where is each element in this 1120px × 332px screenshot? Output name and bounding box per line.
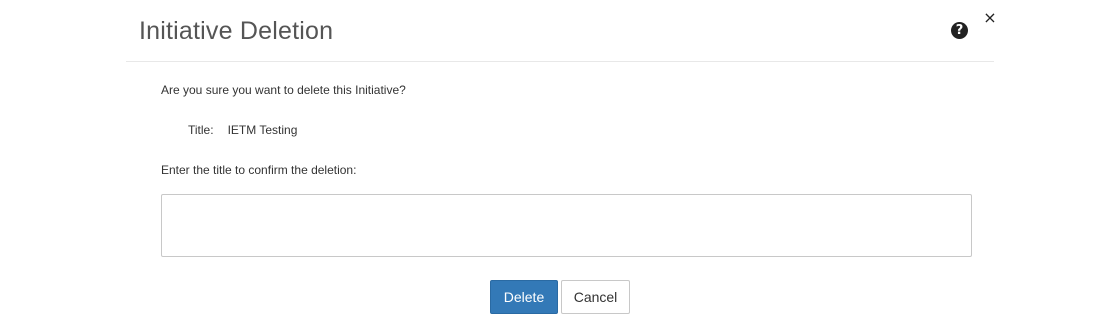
confirm-title-input[interactable]: [161, 194, 972, 257]
question-circle-icon[interactable]: ?: [951, 22, 968, 39]
delete-confirmation-question: Are you sure you want to delete this Ini…: [161, 83, 406, 97]
initiative-title-row: Title: IETM Testing: [188, 123, 297, 137]
header-divider: [126, 61, 994, 62]
cancel-button[interactable]: Cancel: [561, 280, 630, 314]
initiative-deletion-dialog: Initiative Deletion ? × Are you sure you…: [126, 0, 997, 332]
title-label: Title:: [188, 123, 214, 137]
title-value: IETM Testing: [227, 123, 298, 137]
confirm-title-label: Enter the title to confirm the deletion:: [161, 163, 357, 177]
delete-button[interactable]: Delete: [490, 280, 558, 314]
close-icon[interactable]: ×: [983, 9, 997, 27]
dialog-title: Initiative Deletion: [139, 17, 334, 45]
